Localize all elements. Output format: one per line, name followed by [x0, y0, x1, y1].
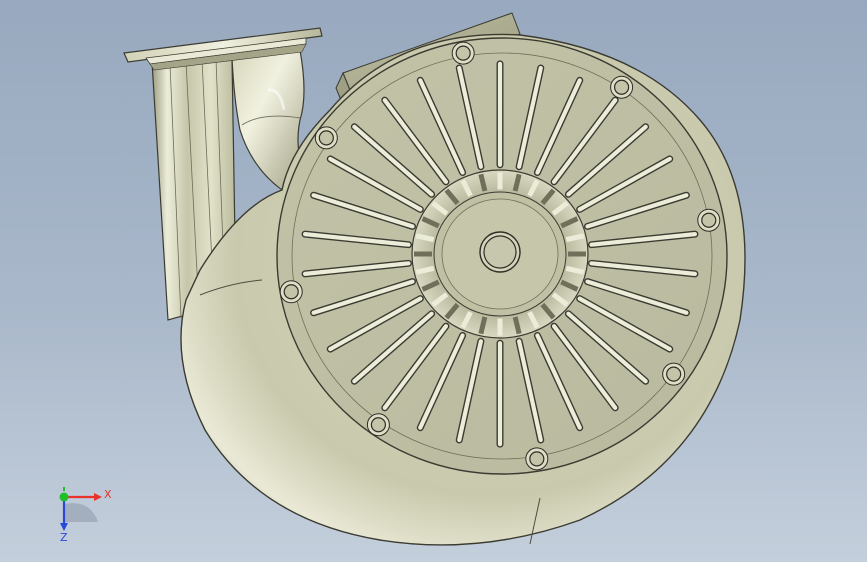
bolt-head[interactable]: [366, 413, 390, 437]
bolt-head[interactable]: [662, 362, 686, 386]
bolt-head[interactable]: [697, 208, 721, 232]
triad-plane-shade: [64, 503, 98, 522]
coordinate-triad[interactable]: X Z: [40, 475, 120, 555]
x-axis-arrow-icon: [94, 493, 102, 501]
x-axis-label: X: [104, 488, 112, 501]
bolt-head[interactable]: [451, 41, 475, 65]
bolt-head[interactable]: [525, 447, 549, 471]
y-axis-dot-icon: [59, 492, 69, 502]
bolt-head[interactable]: [279, 280, 303, 304]
z-axis-arrow-icon: [60, 523, 68, 531]
blower-model[interactable]: [0, 0, 867, 562]
bolt-head[interactable]: [610, 75, 634, 99]
bolt-head[interactable]: [314, 126, 338, 150]
cad-viewport[interactable]: X Z: [0, 0, 867, 562]
shaft-bore[interactable]: [479, 231, 521, 273]
z-axis-label: Z: [60, 531, 68, 544]
